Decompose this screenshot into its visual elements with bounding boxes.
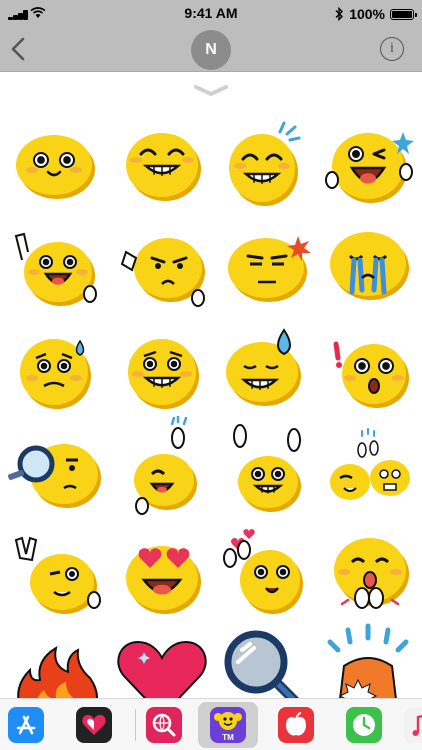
sticker-surprised[interactable] [318, 314, 418, 414]
clock-app-icon-graphic [346, 707, 382, 743]
sticker-clapping[interactable] [318, 518, 418, 618]
sticker-magnifier-look[interactable] [6, 416, 106, 516]
info-circle-icon[interactable]: i [380, 37, 404, 61]
sticker-big-grin-art [126, 133, 201, 201]
sticker-thumbs-down-art [120, 238, 205, 307]
sticker-annoyed[interactable] [214, 212, 314, 312]
bluetooth-icon [335, 7, 344, 21]
web-search-icon[interactable] [146, 707, 182, 743]
heart-app-icon-graphic [76, 707, 112, 743]
conversation-header: N i [0, 28, 422, 72]
chevron-left-icon[interactable] [8, 36, 30, 62]
sticker-pair-high-five-art [330, 428, 410, 500]
sticker-wink-laugh[interactable] [318, 110, 418, 210]
sticker-pair-high-five[interactable] [318, 416, 418, 516]
red-app-icon[interactable] [278, 707, 314, 743]
dock-divider [135, 709, 136, 741]
music-app-icon[interactable] [404, 707, 422, 743]
sticker-worried[interactable] [6, 314, 106, 414]
battery-percent: 100% [349, 6, 385, 22]
red-app-icon-graphic [278, 707, 314, 743]
sticker-hands-up[interactable] [214, 416, 314, 516]
sticker-worried-art [20, 339, 91, 409]
chevron-down-icon[interactable] [193, 84, 229, 98]
sticker-sweating-grin[interactable] [214, 314, 314, 414]
sticker-annoyed-art [228, 236, 311, 302]
sticker-hands-up-art [233, 424, 301, 512]
contact-avatar[interactable]: N [191, 30, 231, 70]
sticker-magnifier-look-art [8, 444, 101, 508]
imessage-sticker-screen: 9:41 AM 100% N i TM [0, 0, 422, 750]
sticker-wink-laugh-art [325, 132, 414, 203]
emoji-sticker-app-icon-graphic: TM [210, 707, 246, 743]
status-right-cluster: 100% [334, 5, 417, 23]
sticker-laughing-sweat-art [229, 121, 301, 206]
svg-text:TM: TM [222, 733, 234, 742]
emoji-sticker-app-icon[interactable]: TM [210, 707, 246, 743]
sticker-heart-eyes-art [126, 546, 201, 614]
app-store-icon-graphic [8, 707, 44, 743]
sticker-surprised-art [333, 341, 409, 408]
sticker-peace-wink[interactable] [6, 518, 106, 618]
sticker-thumbs-down[interactable] [112, 212, 212, 312]
sticker-high-five-art [134, 416, 197, 515]
sticker-laughing-sweat[interactable] [214, 110, 314, 210]
sticker-big-grin[interactable] [112, 110, 212, 210]
sticker-sweating-grin-art [226, 328, 301, 406]
sticker-crying[interactable] [318, 212, 418, 312]
web-search-icon-graphic [146, 707, 182, 743]
sticker-peace-wink-art [14, 536, 101, 614]
sticker-hearts-wave[interactable] [214, 518, 314, 618]
clock-app-icon[interactable] [346, 707, 382, 743]
sticker-clapping-art [334, 538, 409, 609]
app-drawer-dock: TM [0, 698, 422, 750]
sticker-happy-smile-art [16, 135, 95, 199]
sticker-crying-art [330, 232, 409, 300]
sticker-happy-smile[interactable] [6, 110, 106, 210]
status-bar: 9:41 AM 100% [0, 0, 422, 28]
music-app-icon-graphic [404, 707, 422, 743]
heart-app-icon[interactable] [76, 707, 112, 743]
battery-icon [390, 8, 417, 20]
sticker-nervous-grin-art [128, 339, 199, 409]
sticker-nervous-grin[interactable] [112, 314, 212, 414]
sticker-thumbs-up-art [14, 232, 97, 306]
app-store-icon[interactable] [8, 707, 44, 743]
sticker-heart-eyes[interactable] [112, 518, 212, 618]
sticker-high-five[interactable] [112, 416, 212, 516]
sticker-thumbs-up[interactable] [6, 212, 106, 312]
sticker-hearts-wave-art [223, 529, 303, 614]
